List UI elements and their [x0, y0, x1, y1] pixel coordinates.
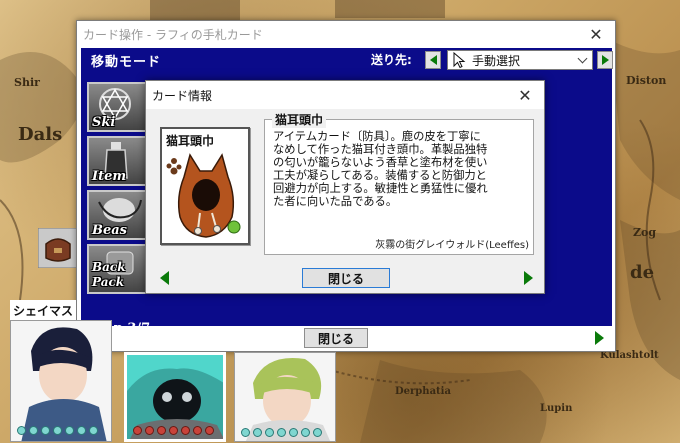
map-label: Diston: [626, 74, 667, 87]
category-tile-beast[interactable]: Beas: [87, 190, 149, 240]
destination-value: 手動選択: [472, 53, 521, 68]
hp-dot: [65, 426, 74, 435]
outer-close-button[interactable]: 閉じる: [304, 328, 368, 348]
map-label: Shir: [14, 76, 40, 89]
window-titlebar: カード操作 - ラフィの手札カード: [77, 21, 615, 47]
party-portrait[interactable]: [124, 352, 226, 442]
character-portrait-1: [11, 321, 111, 441]
map-label: Dals: [18, 124, 63, 145]
hp-dot: [145, 426, 154, 435]
next-card-icon[interactable]: [524, 271, 533, 285]
character-name-tag: シェイマス: [10, 300, 76, 320]
party-portrait[interactable]: [234, 352, 336, 442]
bag-icon[interactable]: [38, 228, 78, 268]
close-icon[interactable]: ✕: [585, 23, 607, 45]
category-label: Item: [92, 169, 127, 184]
dialog-close-button[interactable]: 閉じる: [302, 268, 390, 288]
prev-card-icon[interactable]: [160, 271, 169, 285]
category-tile-skill[interactable]: Ski: [87, 82, 149, 132]
mode-title: 移動モード: [91, 55, 162, 70]
hp-dot: [53, 426, 62, 435]
hp-dot: [29, 426, 38, 435]
destination-select[interactable]: 手動選択: [447, 50, 593, 70]
hp-dot: [301, 428, 310, 437]
next-page-icon[interactable]: [595, 331, 604, 345]
close-button-label: 閉じる: [317, 331, 354, 346]
hp-dot: [89, 426, 98, 435]
card-info-dialog: カード情報 ✕ 猫耳頭巾 アイテムカード〔防具〕。鹿の皮を丁寧に なめして作った…: [145, 80, 545, 294]
hp-dot: [265, 428, 274, 437]
map-label: de: [630, 262, 655, 283]
close-icon[interactable]: ✕: [514, 84, 536, 106]
description-box: アイテムカード〔防具〕。鹿の皮を丁寧に なめして作った猫耳付き頭巾。革製品独特 …: [264, 119, 534, 255]
character-name: シェイマス: [12, 303, 73, 318]
hp-dot: [193, 426, 202, 435]
hp-dot: [169, 426, 178, 435]
destination-label: 送り先:: [371, 53, 412, 67]
category-label: Back Pack: [92, 260, 126, 289]
chevron-down-icon: [577, 53, 588, 64]
cat-hood-icon: [166, 153, 241, 238]
hp-dot: [17, 426, 26, 435]
arrow-left-icon: [429, 55, 437, 65]
map-label: Zog: [633, 226, 657, 239]
destination-prev-button[interactable]: [425, 51, 441, 69]
arrow-right-icon: [601, 55, 609, 65]
hp-dot: [157, 426, 166, 435]
category-tile-backpack[interactable]: Back Pack: [87, 244, 149, 294]
window-title: カード操作 - ラフィの手札カード: [83, 27, 263, 42]
hp-dot: [133, 426, 142, 435]
hp-dot: [253, 428, 262, 437]
hp-dot: [289, 428, 298, 437]
hp-dots: [241, 428, 322, 437]
pointer-icon: [453, 51, 466, 69]
hp-dot: [205, 426, 214, 435]
hp-dot: [313, 428, 322, 437]
hp-dot: [181, 426, 190, 435]
hp-dot: [41, 426, 50, 435]
map-label: Lupin: [540, 403, 573, 414]
hp-dot: [277, 428, 286, 437]
destination-next-button[interactable]: [597, 51, 613, 69]
window-footer: 閉じる: [81, 326, 612, 350]
hp-dot: [77, 426, 86, 435]
hp-dots: [17, 426, 98, 435]
category-label: Ski: [92, 115, 116, 130]
card-source: 灰霧の街グレイウォルド(Leeffes): [375, 240, 529, 251]
card-thumbnail: 猫耳頭巾: [160, 127, 250, 245]
card-description: アイテムカード〔防具〕。鹿の皮を丁寧に なめして作った猫耳付き頭巾。革製品独特 …: [273, 130, 488, 208]
hp-dot: [241, 428, 250, 437]
dialog-titlebar: カード情報: [146, 81, 544, 109]
close-button-label: 閉じる: [327, 271, 364, 286]
category-label: Beas: [92, 223, 128, 238]
party-portrait[interactable]: [10, 320, 112, 442]
category-tile-item[interactable]: Item: [87, 136, 149, 186]
hp-dots: [133, 426, 214, 435]
map-label: Derphatia: [395, 386, 451, 397]
dialog-title: カード情報: [152, 88, 213, 103]
description-title: 猫耳頭巾: [272, 111, 327, 128]
